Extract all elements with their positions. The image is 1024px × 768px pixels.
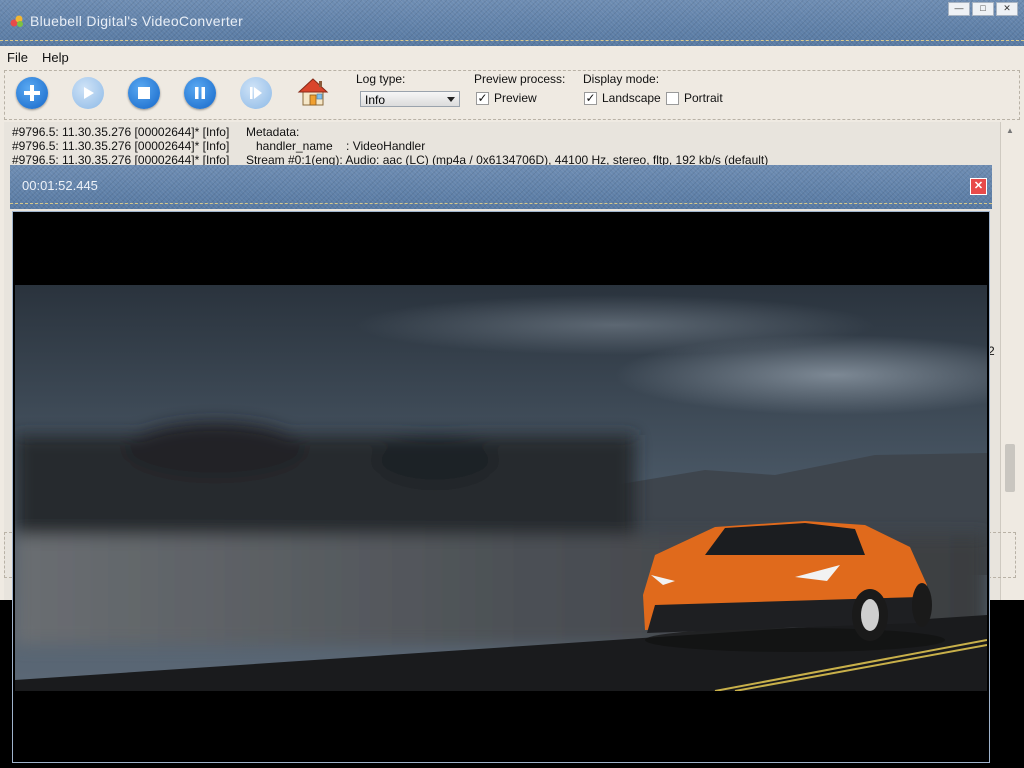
stitch-divider bbox=[10, 203, 992, 204]
stitch-divider bbox=[0, 40, 1024, 41]
menu-help[interactable]: Help bbox=[42, 50, 69, 70]
maximize-button[interactable]: □ bbox=[972, 2, 994, 16]
window-controls: — □ ✕ bbox=[948, 2, 1018, 16]
menu-bar: File Help bbox=[0, 50, 69, 70]
step-forward-icon bbox=[250, 87, 262, 99]
playback-timestamp: 00:01:52.445 bbox=[22, 178, 98, 193]
log-line: #9796.5: 11.30.35.276 [00002644]* [Info]… bbox=[12, 125, 300, 139]
preview-header: 00:01:52.445 ✕ bbox=[10, 165, 992, 209]
minimize-button[interactable]: — bbox=[948, 2, 970, 16]
log-line: #9796.5: 11.30.35.276 [00002644]* [Info]… bbox=[12, 139, 426, 153]
log-type-label: Log type: bbox=[356, 72, 406, 86]
checkmark-icon: ✓ bbox=[584, 90, 597, 105]
home-icon bbox=[297, 78, 329, 106]
stop-icon bbox=[138, 87, 150, 99]
close-preview-button[interactable]: ✕ bbox=[970, 178, 987, 195]
stop-button[interactable] bbox=[128, 77, 160, 109]
preview-window: 00:01:52.445 ✕ bbox=[10, 165, 992, 765]
add-button[interactable] bbox=[16, 77, 48, 109]
home-button[interactable] bbox=[295, 74, 331, 110]
portrait-checkbox[interactable]: Portrait bbox=[666, 91, 723, 105]
play-button[interactable] bbox=[72, 77, 104, 109]
video-preview-image bbox=[15, 285, 987, 691]
chevron-down-icon bbox=[447, 97, 455, 102]
empty-checkbox-icon bbox=[666, 91, 679, 105]
pause-button[interactable] bbox=[184, 77, 216, 109]
app-logo-icon bbox=[10, 15, 23, 27]
landscape-checkbox-label: Landscape bbox=[602, 91, 661, 105]
title-bar: Bluebell Digital's VideoConverter — □ ✕ bbox=[0, 0, 1024, 46]
menu-file[interactable]: File bbox=[7, 50, 28, 70]
preview-checkbox-label: Preview bbox=[494, 91, 537, 105]
log-scrollbar[interactable]: ▲ bbox=[1000, 122, 1021, 600]
close-window-button[interactable]: ✕ bbox=[996, 2, 1018, 16]
preview-checkbox[interactable]: ✓ Preview bbox=[476, 91, 537, 105]
scroll-thumb[interactable] bbox=[1005, 444, 1015, 492]
window-title: Bluebell Digital's VideoConverter bbox=[30, 13, 244, 29]
pause-icon bbox=[195, 87, 205, 99]
plus-icon bbox=[24, 85, 40, 101]
preview-process-label: Preview process: bbox=[474, 72, 566, 86]
step-forward-button[interactable] bbox=[240, 77, 272, 109]
checkmark-icon: ✓ bbox=[476, 90, 489, 105]
portrait-checkbox-label: Portrait bbox=[684, 91, 723, 105]
display-mode-label: Display mode: bbox=[583, 72, 660, 86]
scroll-up-icon[interactable]: ▲ bbox=[1006, 126, 1014, 135]
play-icon bbox=[84, 87, 94, 99]
video-frame bbox=[12, 211, 990, 763]
toolbar: Log type: Info Preview process: ✓ Previe… bbox=[4, 70, 1020, 120]
log-type-select[interactable]: Info bbox=[360, 91, 460, 107]
log-type-value: Info bbox=[365, 93, 386, 107]
landscape-checkbox[interactable]: ✓ Landscape bbox=[584, 91, 661, 105]
